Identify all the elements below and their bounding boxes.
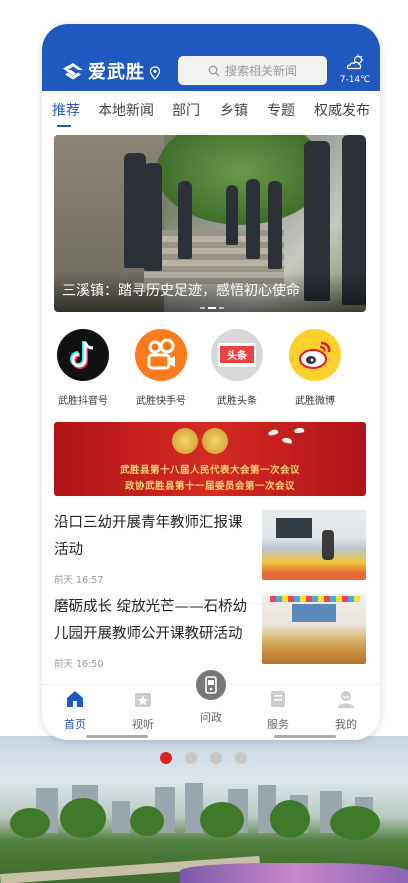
tab-departments[interactable]: 部门 — [172, 100, 200, 120]
search-placeholder: 搜索相关新闻 — [224, 64, 297, 78]
banner-title[interactable]: 三溪镇：踏寻历史足迹，感悟初心使命 — [62, 280, 300, 300]
tree — [200, 802, 244, 838]
app-label: 武胜快手号 — [136, 396, 186, 407]
profile-icon — [338, 691, 354, 708]
cppcc-emblem-icon — [202, 428, 228, 454]
video-icon — [135, 693, 151, 707]
tree — [10, 808, 50, 838]
news-title[interactable]: 磨砺成长 绽放光芒——石桥幼儿园开展教师公开课教研活动 — [54, 594, 250, 648]
tab-label: 我的 — [335, 718, 357, 731]
banner-figure — [124, 153, 146, 268]
tab-label: 视听 — [132, 718, 154, 731]
banner-figure — [178, 181, 192, 259]
app-label: 武胜微博 — [295, 396, 335, 407]
tab-profile[interactable]: 我的 — [316, 689, 376, 732]
page-dot[interactable] — [235, 752, 247, 764]
tab-local-news[interactable]: 本地新闻 — [98, 100, 154, 120]
app-douyin[interactable]: 武胜抖音号 — [44, 329, 122, 407]
tab-label: 服务 — [267, 718, 289, 731]
douyin-icon — [57, 329, 109, 381]
app-logo: 爱武胜 — [62, 58, 145, 84]
logo-mark-icon — [63, 63, 83, 80]
tab-official-releases[interactable]: 权威发布 — [314, 100, 370, 120]
weather-widget[interactable]: 7-14℃ — [335, 54, 375, 85]
tab-label: 首页 — [64, 718, 86, 731]
news-time: 前天 16:57 — [54, 575, 104, 586]
home-icon — [67, 691, 83, 707]
app-kuaishou[interactable]: 武胜快手号 — [122, 329, 200, 407]
news-thumbnail[interactable] — [262, 594, 366, 664]
tab-inquiry-label[interactable]: 问政 — [193, 709, 229, 725]
weibo-icon — [289, 329, 341, 381]
classroom-screen — [292, 604, 336, 622]
bar-indicator — [86, 735, 148, 738]
banner-dot — [200, 307, 205, 309]
building — [112, 801, 130, 833]
ad-line-2: 政协武胜县第十一届委员会第一次会议 — [124, 481, 295, 492]
weather-temperature: 7-14℃ — [339, 75, 371, 85]
flower-bed — [180, 863, 408, 883]
tab-topics[interactable]: 专题 — [267, 100, 295, 120]
news-item[interactable]: 沿口三幼开展青年教师汇报课活动 前天 16:57 — [54, 510, 366, 594]
news-title[interactable]: 沿口三幼开展青年教师汇报课活动 — [54, 510, 250, 564]
bottom-tab-bar: 首页 视听 问政 服务 我的 — [42, 667, 380, 740]
bar-indicator — [274, 735, 336, 738]
toutiao-icon: 头条 — [211, 329, 263, 381]
national-emblem-icon — [172, 428, 198, 454]
news-item[interactable]: 磨砺成长 绽放光芒——石桥幼儿园开展教师公开课教研活动 前天 16:50 — [54, 594, 366, 678]
classroom-screen — [276, 518, 312, 538]
tree — [270, 800, 310, 838]
active-tab-underline — [57, 125, 71, 127]
tab-video[interactable]: 视听 — [113, 689, 173, 732]
page-dot[interactable] — [185, 752, 197, 764]
page-dot[interactable] — [160, 752, 172, 764]
weather-cloud-sun-icon — [346, 54, 364, 70]
svg-text:头条: 头条 — [227, 349, 248, 362]
app-weibo[interactable]: 武胜微博 — [276, 329, 354, 407]
banner-dot — [208, 307, 216, 309]
page-dot[interactable] — [210, 752, 222, 764]
dove-icon — [281, 437, 293, 444]
tab-home[interactable]: 首页 — [45, 689, 105, 732]
news-time: 前天 16:50 — [54, 659, 104, 670]
kuaishou-icon — [135, 329, 187, 381]
banner-figure — [246, 179, 260, 259]
banner-figure — [144, 163, 162, 271]
tab-service[interactable]: 服务 — [248, 689, 308, 732]
meeting-banner-ad[interactable]: 武胜县第十八届人民代表大会第一次会议 政协武胜县第十一届委员会第一次会议 — [54, 422, 366, 496]
tree — [60, 798, 106, 838]
banner-figure — [226, 185, 238, 245]
app-label: 武胜抖音号 — [58, 396, 108, 407]
app-label: 武胜头条 — [217, 396, 257, 407]
tree — [130, 806, 164, 836]
tab-townships[interactable]: 乡镇 — [220, 100, 248, 120]
tree — [330, 806, 380, 840]
app-toutiao[interactable]: 头条 武胜头条 — [198, 329, 276, 407]
dove-icon — [293, 427, 305, 434]
news-thumbnail[interactable] — [262, 510, 366, 580]
inquiry-icon[interactable] — [193, 667, 229, 703]
service-icon — [271, 691, 285, 707]
dove-icon — [267, 428, 279, 437]
ad-line-1: 武胜县第十八届人民代表大会第一次会议 — [119, 465, 300, 476]
teacher-figure — [322, 530, 334, 560]
media-accounts: 武胜抖音号 武胜快手号 头条 武胜头条 武胜微博 — [42, 329, 380, 411]
search-icon — [208, 65, 220, 76]
tab-recommend[interactable]: 推荐 — [52, 100, 80, 120]
banner-indicator — [200, 307, 224, 309]
banner-figure — [268, 181, 282, 269]
category-tabs: 推荐 本地新闻 部门 乡镇 专题 权威发布 — [42, 91, 380, 129]
banner-carousel[interactable]: 三溪镇：踏寻历史足迹，感悟初心使命 — [54, 135, 366, 312]
app-preview: 爱武胜 搜索相关新闻 7-14℃ 推荐 本地新闻 部门 乡镇 专题 权威发布 三… — [42, 24, 380, 740]
decoration-bunting — [270, 596, 360, 602]
screen: 爱武胜 搜索相关新闻 7-14℃ 推荐 本地新闻 部门 乡镇 专题 权威发布 三… — [0, 0, 408, 883]
page-indicator[interactable] — [160, 752, 247, 764]
app-header: 爱武胜 搜索相关新闻 7-14℃ — [42, 24, 380, 91]
search-bar[interactable]: 搜索相关新闻 — [178, 56, 327, 85]
app-name: 爱武胜 — [88, 62, 145, 83]
banner-dot — [219, 307, 224, 309]
location-icon[interactable] — [149, 66, 161, 80]
